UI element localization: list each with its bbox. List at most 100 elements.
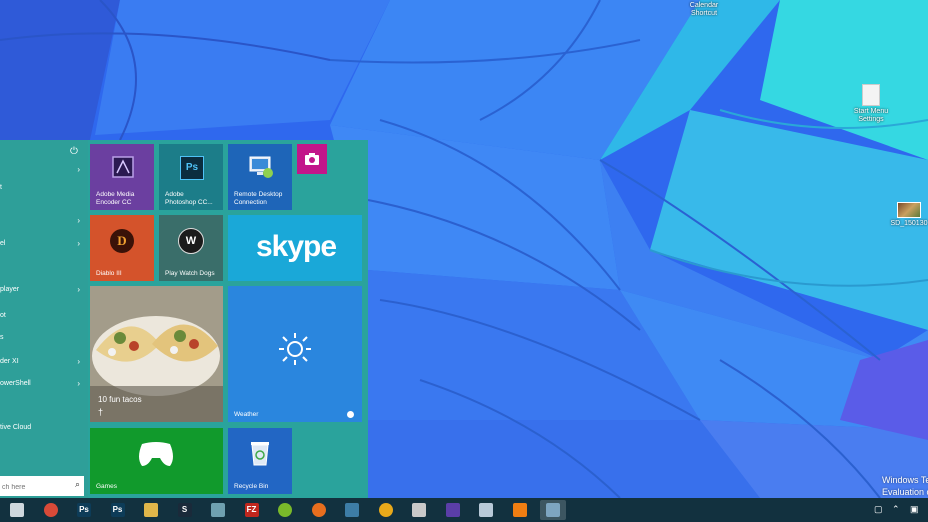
file-explorer-icon bbox=[10, 503, 24, 517]
desktop-icon-label: SD_150130 bbox=[890, 220, 928, 227]
taskbar-button[interactable] bbox=[473, 500, 499, 520]
start-menu: ⏻ › t › el › player › ot s der XI › owerShe… bbox=[0, 140, 368, 498]
desktop-icon-label: Start Menu Settings bbox=[853, 108, 889, 123]
start-list-item[interactable]: tive Cloud bbox=[0, 422, 84, 434]
tile-label: Weather bbox=[234, 410, 259, 418]
vlc-icon bbox=[512, 503, 527, 517]
photoshop-cc-icon: Ps bbox=[110, 503, 125, 517]
start-list-item[interactable]: › bbox=[0, 215, 84, 227]
windows-evaluation-watermark: Windows Tec Evaluation co bbox=[882, 474, 928, 498]
power-icon[interactable]: ⏻ bbox=[70, 146, 78, 157]
taskbar-button[interactable] bbox=[373, 500, 399, 520]
settings-gear-icon bbox=[445, 503, 460, 517]
info-icon bbox=[347, 411, 354, 418]
tile-diablo-iii[interactable]: D Diablo III bbox=[90, 215, 154, 281]
chevron-right-icon: › bbox=[77, 216, 80, 225]
taskbar-button[interactable] bbox=[507, 500, 533, 520]
tile-label: Adobe Media Encoder CC bbox=[96, 191, 135, 206]
taskbar-button[interactable] bbox=[138, 500, 164, 520]
camera-icon bbox=[305, 153, 319, 165]
taskbar-button[interactable] bbox=[406, 500, 432, 520]
desktop-file-settings[interactable]: Start Menu Settings bbox=[850, 84, 892, 124]
taskbar-button[interactable] bbox=[306, 500, 332, 520]
taskbar: Ps Ps S FZ ▢ ⌃ ▣ bbox=[0, 498, 928, 522]
start-menu-app-list: ⏻ › t › el › player › ot s der XI › owerShe… bbox=[0, 140, 88, 498]
tile-recycle-bin[interactable]: Recycle Bin bbox=[228, 428, 292, 494]
chevron-right-icon: › bbox=[77, 239, 80, 248]
desktop-icon-label: Calendar Shortcut bbox=[689, 2, 719, 17]
search-input[interactable] bbox=[0, 478, 66, 497]
tile-label: Adobe Photoshop CC... bbox=[165, 191, 213, 206]
tile-camera[interactable] bbox=[297, 144, 327, 174]
fork-knife-icon: † bbox=[98, 406, 104, 417]
recycle-bin-icon bbox=[251, 442, 269, 466]
start-list-item[interactable]: › bbox=[0, 164, 84, 176]
coin-icon bbox=[378, 503, 393, 517]
taskbar-button[interactable] bbox=[205, 500, 231, 520]
watermark-line: Windows Tec bbox=[882, 475, 928, 485]
filezilla-icon: FZ bbox=[244, 503, 259, 517]
search-icon: ⌕ bbox=[74, 479, 80, 489]
photoshop-icon: Ps bbox=[180, 156, 204, 180]
taskbar-button[interactable] bbox=[540, 500, 566, 520]
watermark-line: Evaluation co bbox=[882, 487, 928, 497]
tile-label: Play Watch Dogs bbox=[165, 269, 215, 277]
app-grid-icon bbox=[412, 503, 426, 517]
action-center-icon[interactable]: ▢ bbox=[874, 504, 883, 515]
system-tray: ▢ ⌃ ▣ bbox=[858, 498, 928, 522]
desktop-shortcut-calendar[interactable]: Calendar Shortcut bbox=[682, 0, 726, 18]
taskbar-button[interactable]: Ps bbox=[71, 500, 97, 520]
image-file-icon bbox=[897, 202, 921, 218]
sun-icon bbox=[279, 333, 311, 365]
tile-weather[interactable]: Weather bbox=[228, 286, 362, 422]
start-list-item[interactable]: ot bbox=[0, 310, 84, 322]
taskbar-button[interactable] bbox=[440, 500, 466, 520]
tile-label: Diablo III bbox=[96, 269, 122, 277]
chevron-right-icon: › bbox=[77, 285, 80, 294]
tile-skype[interactable]: skype bbox=[228, 215, 362, 281]
taskbar-button[interactable] bbox=[339, 500, 365, 520]
start-list-item[interactable]: player › bbox=[0, 284, 84, 296]
tile-watch-dogs[interactable]: W Play Watch Dogs bbox=[159, 215, 223, 281]
cloud-app-icon bbox=[211, 503, 225, 517]
diablo-icon: D bbox=[110, 229, 134, 253]
tile-adobe-photoshop[interactable]: Ps Adobe Photoshop CC... bbox=[159, 144, 223, 210]
network-icon[interactable]: ▣ bbox=[910, 504, 919, 515]
taskbar-button[interactable]: S bbox=[172, 500, 198, 520]
tile-label: Remote Desktop Connection bbox=[234, 191, 283, 206]
tile-label: Games bbox=[96, 482, 117, 490]
tile-food-drink[interactable]: † 10 fun tacos bbox=[90, 286, 223, 422]
chevron-right-icon: › bbox=[77, 165, 80, 174]
taskbar-button[interactable] bbox=[272, 500, 298, 520]
start-list-item[interactable]: der XI › bbox=[0, 356, 84, 368]
xbox-controller-icon bbox=[139, 442, 173, 466]
photoshop-icon: Ps bbox=[77, 503, 91, 517]
skype-logo: skype bbox=[256, 230, 337, 263]
folder-icon bbox=[144, 503, 158, 517]
recycle-bin-icon bbox=[479, 503, 493, 517]
tile-games[interactable]: Games bbox=[90, 428, 223, 494]
start-list-item[interactable]: t bbox=[0, 182, 84, 194]
taskbar-button[interactable] bbox=[38, 500, 64, 520]
remote-desktop-icon bbox=[249, 156, 273, 178]
file-icon bbox=[862, 84, 880, 106]
taskbar-button[interactable]: Ps bbox=[105, 500, 131, 520]
start-search-box[interactable]: ⌕ bbox=[0, 476, 84, 497]
tile-label: Recycle Bin bbox=[234, 482, 269, 490]
tile-adobe-media-encoder[interactable]: Adobe Media Encoder CC bbox=[90, 144, 154, 210]
media-encoder-icon bbox=[112, 156, 134, 178]
network-tool-icon bbox=[345, 503, 359, 517]
taskbar-button[interactable]: FZ bbox=[239, 500, 265, 520]
chrome-icon bbox=[43, 503, 58, 517]
taskbar-button[interactable] bbox=[4, 500, 30, 520]
firefox-icon bbox=[311, 503, 326, 517]
paint-icon bbox=[546, 503, 560, 517]
start-list-item[interactable]: s bbox=[0, 332, 84, 344]
tile-remote-desktop[interactable]: Remote Desktop Connection bbox=[228, 144, 292, 210]
start-list-item[interactable]: el › bbox=[0, 238, 84, 250]
chevron-up-icon[interactable]: ⌃ bbox=[892, 504, 900, 515]
steam-icon: S bbox=[177, 503, 192, 517]
start-list-item[interactable]: owerShell › bbox=[0, 378, 84, 390]
desktop-file-image[interactable]: SD_150130 bbox=[890, 202, 928, 228]
spotify-icon bbox=[278, 503, 292, 517]
